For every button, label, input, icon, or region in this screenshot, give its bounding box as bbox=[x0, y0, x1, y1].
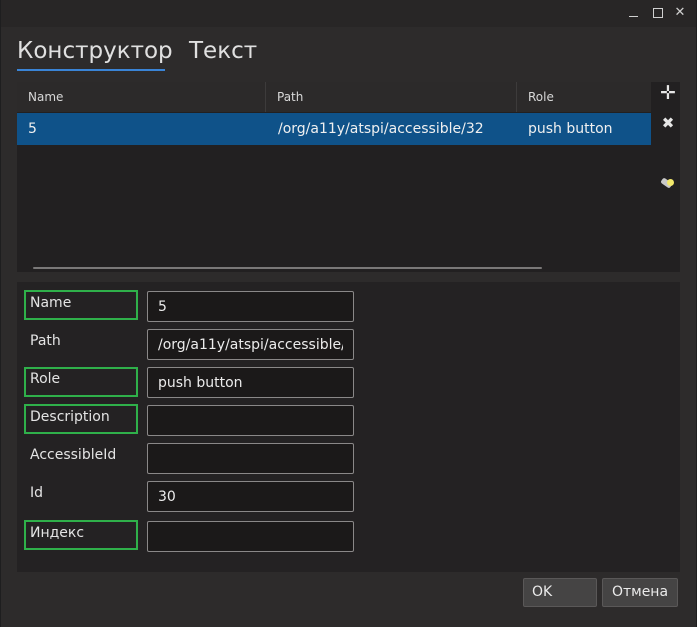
index-field[interactable] bbox=[147, 521, 354, 552]
highlight-icon[interactable] bbox=[659, 175, 675, 191]
remove-icon[interactable]: ✖ bbox=[660, 115, 676, 131]
id-label: Id bbox=[30, 485, 44, 501]
description-field[interactable] bbox=[147, 405, 354, 436]
cancel-button[interactable]: Отмена bbox=[602, 578, 678, 607]
tab-constructor[interactable]: Конструктор bbox=[17, 36, 173, 66]
close-icon[interactable]: ✕ bbox=[673, 6, 687, 20]
description-label: Description bbox=[30, 409, 110, 425]
name-field[interactable] bbox=[147, 291, 354, 322]
table-row[interactable]: 5 /org/a11y/atspi/accessible/32 push but… bbox=[17, 113, 651, 145]
elements-table: Name Path Role 5 /org/a11y/atspi/accessi… bbox=[17, 82, 680, 272]
cell-role: push button bbox=[528, 121, 613, 137]
horizontal-scrollbar[interactable] bbox=[33, 267, 542, 269]
active-tab-indicator bbox=[17, 69, 165, 71]
tab-text[interactable]: Текст bbox=[189, 36, 257, 66]
flashlight-light bbox=[667, 179, 674, 186]
name-label: Name bbox=[30, 295, 72, 311]
role-field[interactable] bbox=[147, 367, 354, 398]
index-label: Индекс bbox=[30, 525, 85, 541]
minimize-icon[interactable] bbox=[627, 6, 641, 20]
path-field[interactable] bbox=[147, 329, 354, 360]
maximize-icon[interactable] bbox=[651, 6, 665, 20]
ok-button[interactable]: OK bbox=[523, 578, 597, 607]
table-header: Name Path Role bbox=[17, 82, 651, 112]
column-header-role[interactable]: Role bbox=[517, 82, 651, 112]
role-label: Role bbox=[30, 371, 61, 387]
title-bar: ✕ bbox=[1, 0, 696, 27]
dialog-window: ✕ Конструктор Текст Name Path Role 5 /or… bbox=[1, 0, 696, 627]
cell-path: /org/a11y/atspi/accessible/32 bbox=[278, 121, 484, 137]
id-field[interactable] bbox=[147, 481, 354, 512]
accessibleid-field[interactable] bbox=[147, 443, 354, 474]
add-icon[interactable]: ✛ bbox=[660, 84, 676, 103]
path-label: Path bbox=[30, 333, 61, 349]
cell-name: 5 bbox=[28, 121, 37, 137]
column-header-name[interactable]: Name bbox=[17, 82, 266, 112]
column-header-path[interactable]: Path bbox=[266, 82, 517, 112]
accessibleid-label: AccessibleId bbox=[30, 447, 117, 463]
